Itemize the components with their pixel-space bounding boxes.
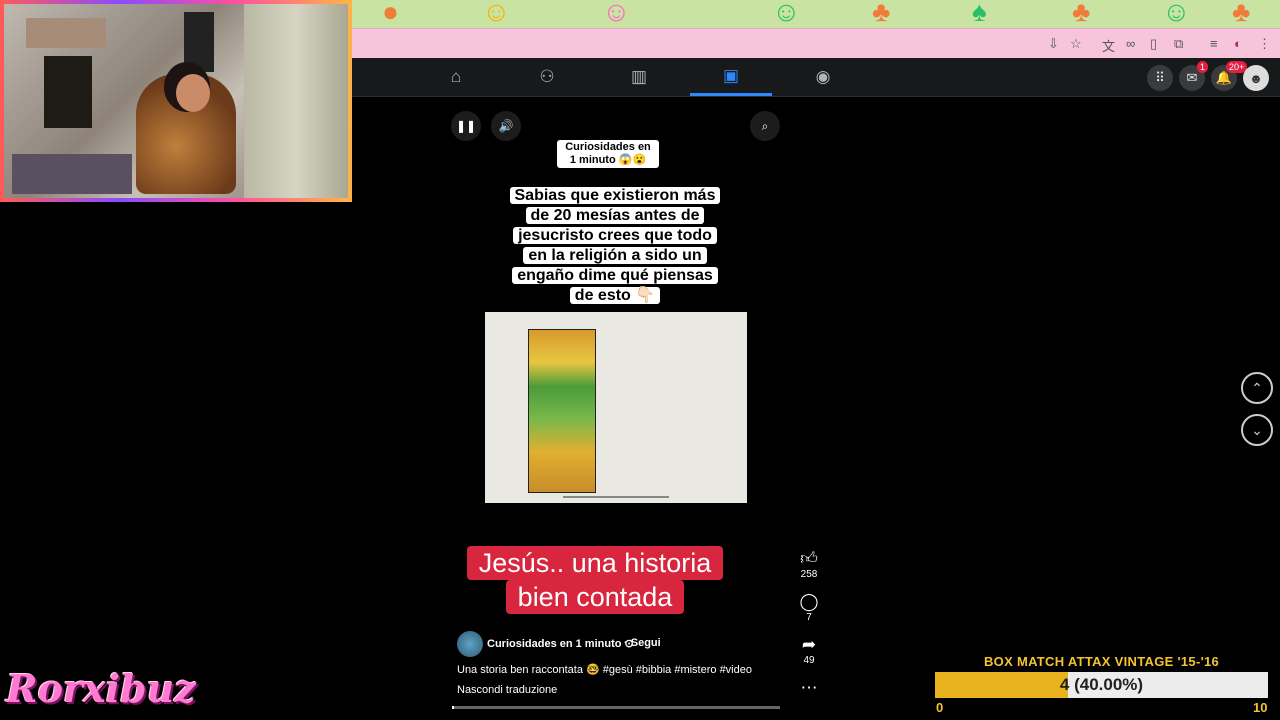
wall-shelf xyxy=(26,18,106,48)
reels-icon[interactable]: ▣ xyxy=(690,58,772,96)
facebook-top-nav: ⌂ ⚇ ▥ ▣ ◉ ⠿ ✉ 1 🔔 20+ ☻ xyxy=(352,58,1280,97)
extension-icon[interactable]: ⧉ xyxy=(1174,36,1183,52)
reel-progress-bar[interactable] xyxy=(452,706,780,709)
channel-avatar[interactable] xyxy=(457,631,483,657)
comment-action[interactable]: ◯ 7 xyxy=(789,592,829,623)
dashboard-icon[interactable]: ▥ xyxy=(598,58,680,96)
install-icon[interactable]: ⇩ xyxy=(1048,36,1059,52)
address-bar[interactable]: ⇩ ☆ 文 ∞ ▯ ⧉ ≡ ◐ ⋮ xyxy=(352,28,1280,59)
translate-icon[interactable]: 文 xyxy=(1102,36,1115,55)
more-options-icon[interactable]: ⋯ xyxy=(789,678,829,698)
reel-overlay-text: Sabias que existieron más de 20 mesías a… xyxy=(505,186,725,306)
frame-scrubber xyxy=(563,496,669,498)
previous-reel-icon[interactable]: ⌃ xyxy=(1241,372,1273,404)
avatar[interactable]: ☻ xyxy=(1243,65,1269,91)
streamer-logo: Rorxibuz xyxy=(6,666,196,711)
share-action[interactable]: ➦ 49 xyxy=(789,635,829,666)
overlay-text: Sabias que existieron más de 20 mesías a… xyxy=(509,187,721,304)
curtain xyxy=(244,4,348,198)
like-count: 258 xyxy=(800,569,818,580)
comment-count: 7 xyxy=(806,612,812,623)
wall-poster xyxy=(44,56,92,128)
author-name[interactable]: Curiosidades en 1 minuto ⊙ xyxy=(487,637,634,650)
smiley-decoration: ☺ xyxy=(772,0,801,27)
search-icon[interactable]: ⌕ xyxy=(750,111,780,141)
reader-icon[interactable]: ▯ xyxy=(1150,36,1157,52)
groups-icon[interactable]: ◉ xyxy=(782,58,864,96)
red-caption-line1: Jesús.. una historia xyxy=(466,546,724,580)
goal-max: 10 xyxy=(1253,700,1268,715)
friends-icon[interactable]: ⚇ xyxy=(506,58,588,96)
reel-video-frame[interactable] xyxy=(485,312,747,503)
thumbs-up-icon[interactable]: 👍︎ xyxy=(789,549,829,569)
menu-icon[interactable]: ⋮ xyxy=(1258,36,1271,52)
hide-translation-link[interactable]: Nascondi traduzione xyxy=(457,684,557,696)
like-action[interactable]: 👍︎ 258 xyxy=(789,549,829,580)
webcam-feed xyxy=(0,0,352,202)
red-caption-line2: bien contada xyxy=(505,580,685,614)
apps-grid-icon[interactable]: ⠿ xyxy=(1147,65,1173,91)
wall-records xyxy=(184,12,214,72)
goal-title: BOX MATCH ATTAX VINTAGE '15-'16 xyxy=(983,654,1220,669)
comment-icon[interactable]: ◯ xyxy=(789,592,829,612)
red-caption: Jesús.. una historia bien contada xyxy=(462,546,728,614)
channel-chip: Curiosidades en 1 minuto 😱😮 xyxy=(557,140,659,168)
share-count: 49 xyxy=(803,655,815,666)
flower-decoration: ● xyxy=(382,0,399,27)
smiley-flower-decoration: ☺ xyxy=(482,0,511,27)
link-icon[interactable]: ∞ xyxy=(1126,36,1135,51)
egyptian-figure-image xyxy=(528,329,596,493)
smiley-decoration: ☺ xyxy=(1162,0,1191,27)
goal-min: 0 xyxy=(936,700,944,715)
profile-icon[interactable]: ◐ xyxy=(1234,36,1242,51)
reel-description: Una storia ben raccontata 🤓 #gesù #bibbi… xyxy=(457,664,752,676)
tab-search-icon[interactable]: ≡ xyxy=(1210,36,1218,51)
mushroom-decoration: ♣ xyxy=(1232,0,1251,27)
browser-theme-strip: ● ☺ ☺ ☺ ♣ ♠ ♣ ☺ ♣ xyxy=(352,0,1280,28)
follow-button[interactable]: · Segui xyxy=(624,637,661,649)
volume-icon[interactable]: 🔊 xyxy=(491,111,521,141)
smiley-decoration: ☺ xyxy=(602,0,631,27)
star-icon[interactable]: ☆ xyxy=(1070,36,1082,52)
home-icon[interactable]: ⌂ xyxy=(415,58,497,96)
mushroom-decoration: ♣ xyxy=(872,0,891,27)
share-icon[interactable]: ➦ xyxy=(789,635,829,655)
messenger-badge: 1 xyxy=(1197,61,1209,73)
mushroom-decoration: ♠ xyxy=(972,0,987,27)
mushroom-decoration: ♣ xyxy=(1072,0,1091,27)
goal-bar: 4 (40.00%) xyxy=(935,672,1268,698)
streamer-head xyxy=(176,74,210,112)
follow-label[interactable]: Segui xyxy=(631,637,661,649)
goal-value: 4 (40.00%) xyxy=(1059,675,1144,694)
next-reel-icon[interactable]: ⌄ xyxy=(1241,414,1273,446)
progress-fill xyxy=(452,706,454,709)
pause-icon[interactable]: ❚❚ xyxy=(451,111,481,141)
desk-items xyxy=(12,154,132,194)
